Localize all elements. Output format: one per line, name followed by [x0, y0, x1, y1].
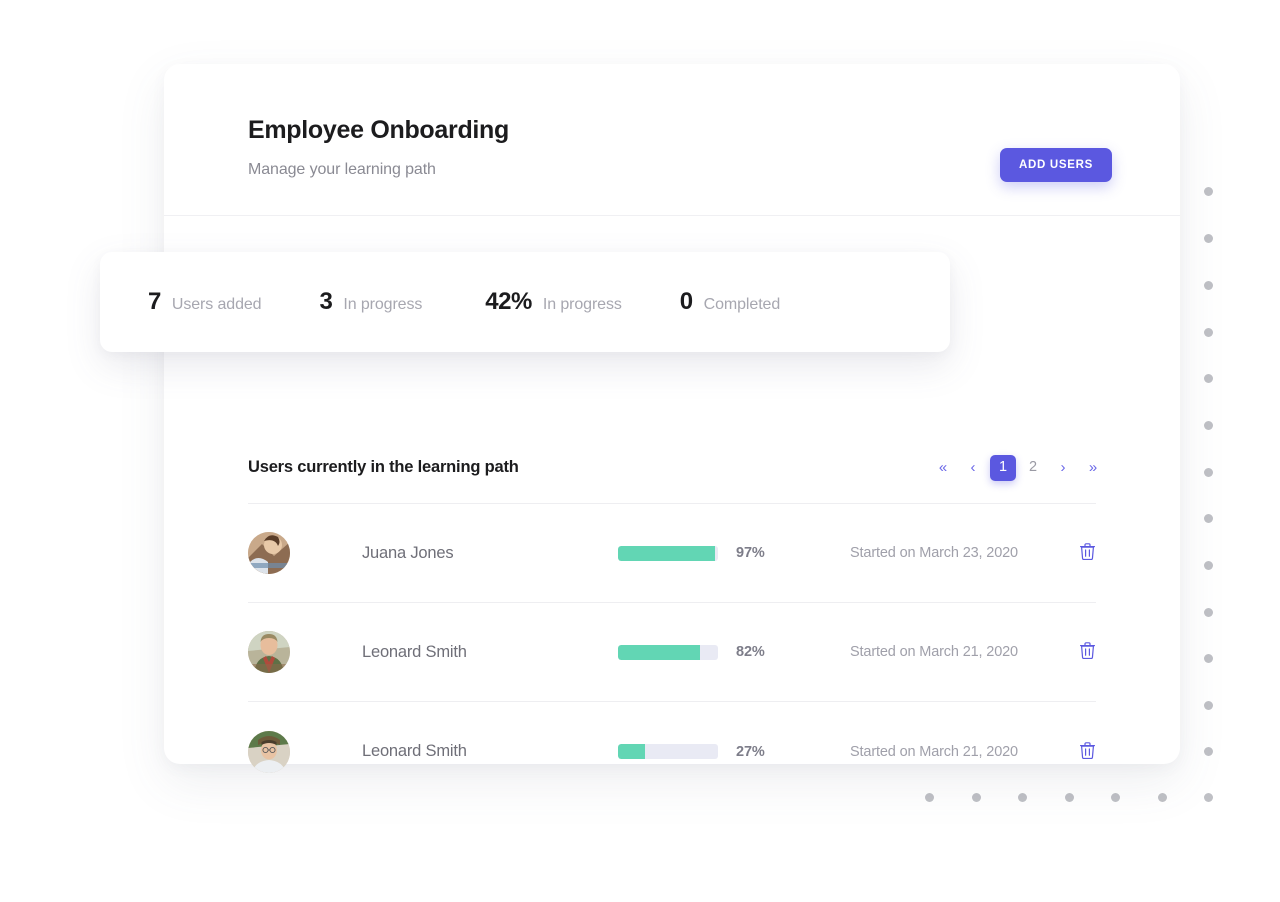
stats-card: 7 Users added 3 In progress 42% In progr… [100, 252, 950, 352]
stat-completed: 0 Completed [680, 288, 780, 316]
stat-label: In progress [542, 296, 622, 313]
user-name: Leonard Smith [362, 742, 467, 760]
progress-track [618, 545, 718, 561]
decorative-dot [1204, 514, 1213, 523]
stat-in-progress-count: 3 In progress [319, 288, 422, 316]
stat-in-progress-percent: 42% In progress [485, 288, 622, 316]
decorative-dot [1204, 654, 1213, 663]
decorative-dot [1204, 328, 1213, 337]
delete-row-button[interactable] [1074, 639, 1100, 665]
progress-track [618, 744, 718, 759]
decorative-dot [1204, 281, 1213, 290]
pagination-last-button[interactable]: » [1080, 455, 1106, 481]
table-row[interactable]: Juana Jones 97% Started on March 23, 202… [248, 504, 1096, 603]
decorative-dot [1204, 701, 1213, 710]
progress: 82% [618, 644, 824, 660]
stat-label: Completed [703, 296, 781, 313]
decorative-dot [1204, 468, 1213, 477]
decorative-dot [1204, 561, 1213, 570]
progress-percent: 82% [736, 644, 765, 660]
trash-icon [1079, 543, 1095, 563]
stat-label: Users added [171, 296, 262, 313]
main-card: Employee Onboarding Manage your learning… [164, 64, 1180, 773]
decorative-dot [1204, 187, 1213, 196]
decorative-dot [1204, 374, 1213, 383]
decorative-dot [1204, 234, 1213, 243]
avatar [248, 730, 290, 773]
stat-value: 7 [148, 288, 161, 315]
add-users-button[interactable]: ADD USERS [999, 148, 1112, 182]
stat-label: In progress [343, 296, 423, 313]
trash-icon [1079, 642, 1095, 662]
users-list-title: Users currently in the learning path [248, 458, 519, 476]
stat-users-added: 7 Users added [148, 288, 262, 316]
users-list-header: Users currently in the learning path « ‹… [248, 432, 1097, 504]
pagination: « ‹ 1 2 › » [930, 454, 1106, 481]
progress-fill [618, 644, 700, 660]
page-title: Employee Onboarding [248, 116, 509, 144]
delete-row-button[interactable] [1074, 540, 1100, 566]
decorative-dot [1204, 421, 1213, 430]
stat-value: 3 [319, 288, 333, 315]
pagination-page-1[interactable]: 1 [990, 454, 1016, 481]
avatar [248, 631, 290, 673]
delete-row-button[interactable] [1074, 739, 1100, 765]
started-on-date: Started on March 23, 2020 [850, 545, 1018, 561]
card-header: Employee Onboarding Manage your learning… [164, 64, 1180, 216]
started-on-date: Started on March 21, 2020 [850, 644, 1018, 660]
progress: 27% [618, 744, 824, 760]
table-row[interactable]: Leonard Smith 82% Started on March 21, 2… [248, 603, 1096, 702]
decorative-dot [1204, 793, 1213, 802]
user-name: Juana Jones [362, 543, 454, 562]
pagination-first-button[interactable]: « [930, 455, 956, 481]
decorative-dot [1204, 608, 1213, 617]
progress-fill [618, 744, 645, 759]
pagination-next-button[interactable]: › [1050, 455, 1076, 481]
pagination-page-2[interactable]: 2 [1020, 455, 1046, 481]
progress-track [618, 644, 718, 660]
users-list-section: Users currently in the learning path « ‹… [164, 432, 1180, 801]
stat-value: 42% [485, 288, 532, 315]
table-row[interactable]: Leonard Smith 27% Started on March 21, 2… [248, 702, 1096, 801]
user-name: Leonard Smith [362, 642, 467, 661]
avatar [248, 532, 290, 574]
progress-percent: 97% [736, 545, 765, 561]
page-subtitle: Manage your learning path [248, 161, 436, 178]
progress: 97% [618, 545, 824, 561]
progress-fill [618, 545, 715, 561]
decorative-dot [1204, 747, 1213, 756]
started-on-date: Started on March 21, 2020 [850, 743, 1018, 760]
progress-percent: 27% [736, 743, 765, 760]
pagination-prev-button[interactable]: ‹ [960, 455, 986, 481]
trash-icon [1079, 741, 1095, 762]
stat-value: 0 [679, 288, 693, 315]
